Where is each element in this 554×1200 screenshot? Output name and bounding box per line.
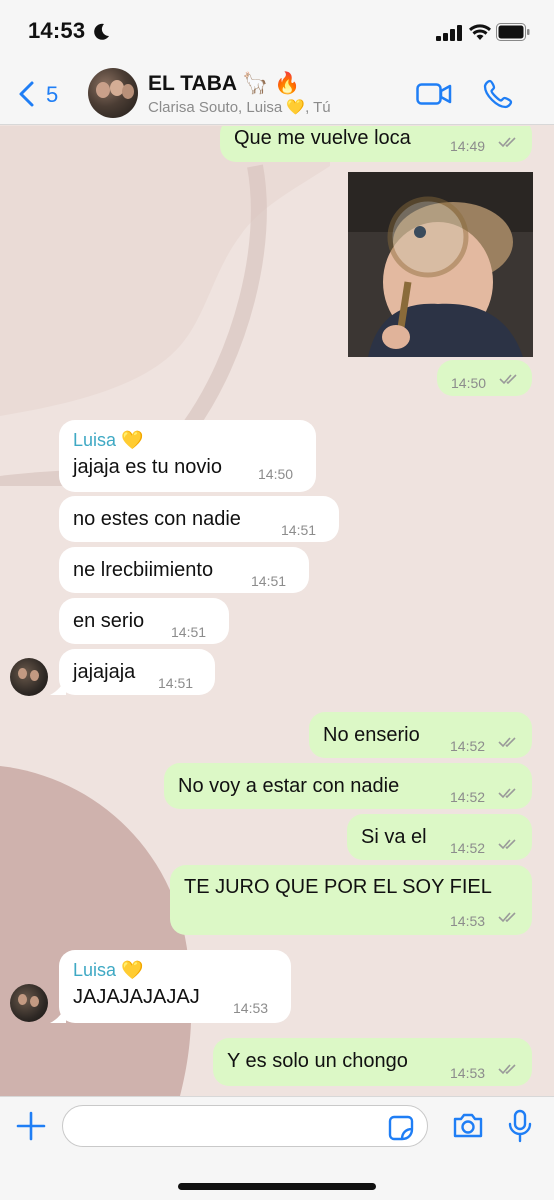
sender-name[interactable]: Luisa 💛 bbox=[73, 428, 143, 452]
sender-avatar[interactable] bbox=[10, 658, 48, 696]
double-check-icon bbox=[498, 1064, 516, 1075]
message-text: Si va el bbox=[361, 826, 427, 848]
message-outgoing[interactable]: No voy a estar con nadie 14:52 bbox=[164, 763, 532, 809]
composer-bar bbox=[0, 1096, 554, 1200]
back-chevron-icon[interactable] bbox=[16, 80, 36, 108]
message-text: jajajaja bbox=[73, 661, 136, 683]
message-time: 14:53 bbox=[233, 1000, 269, 1016]
message-text: No voy a estar con nadie bbox=[178, 775, 400, 797]
double-check-icon bbox=[499, 374, 517, 385]
message-time: 14:53 bbox=[450, 913, 486, 929]
message-text: No enserio bbox=[323, 724, 420, 746]
message-incoming[interactable]: Luisa 💛 jajaja es tu novio 14:50 bbox=[59, 420, 316, 492]
chat-area[interactable]: Que me vuelve loca 14:49 14:50 Luisa 💛 j… bbox=[0, 126, 554, 1096]
double-check-icon bbox=[498, 737, 516, 748]
status-bar: 14:53 bbox=[0, 0, 554, 62]
double-check-icon bbox=[498, 137, 516, 148]
message-outgoing[interactable]: Si va el 14:52 bbox=[347, 814, 532, 860]
message-time: 14:50 bbox=[451, 375, 487, 391]
home-indicator bbox=[178, 1183, 376, 1190]
sender-name[interactable]: Luisa 💛 bbox=[73, 958, 143, 982]
group-members[interactable]: Clarisa Souto, Luisa 💛, Tú bbox=[148, 98, 331, 116]
unread-chats-count[interactable]: 5 bbox=[46, 82, 58, 108]
image-message-time-bubble: 14:50 bbox=[437, 360, 532, 396]
message-time: 14:51 bbox=[158, 675, 194, 691]
chat-header: 5 EL TABA 🦙 🔥 Clarisa Souto, Luisa 💛, Tú bbox=[0, 62, 554, 125]
message-text: Que me vuelve loca bbox=[234, 127, 411, 149]
status-time: 14:53 bbox=[28, 18, 86, 43]
message-outgoing[interactable]: Que me vuelve loca 14:49 bbox=[220, 126, 532, 162]
video-call-icon[interactable] bbox=[416, 82, 452, 106]
group-avatar[interactable] bbox=[88, 68, 138, 118]
message-time: 14:51 bbox=[251, 573, 287, 589]
wifi-icon bbox=[469, 24, 491, 40]
message-time: 14:52 bbox=[450, 789, 486, 805]
image-message-photo[interactable] bbox=[348, 172, 533, 357]
phone-call-icon[interactable] bbox=[482, 78, 514, 110]
message-time: 14:53 bbox=[450, 1065, 486, 1081]
message-text: Y es solo un chongo bbox=[227, 1050, 408, 1072]
photo-illustration bbox=[348, 172, 533, 357]
message-time: 14:52 bbox=[450, 738, 486, 754]
microphone-icon[interactable] bbox=[508, 1109, 532, 1143]
message-time: 14:49 bbox=[450, 138, 486, 154]
sticker-icon[interactable] bbox=[388, 1115, 414, 1141]
camera-icon[interactable] bbox=[452, 1111, 484, 1139]
message-text: JAJAJAJAJAJ bbox=[73, 986, 200, 1008]
sender-avatar[interactable] bbox=[10, 984, 48, 1022]
double-check-icon bbox=[498, 912, 516, 923]
message-outgoing[interactable]: Y es solo un chongo 14:53 bbox=[213, 1038, 532, 1086]
message-time: 14:51 bbox=[281, 522, 317, 538]
battery-icon bbox=[496, 23, 530, 41]
message-incoming[interactable]: en serio 14:51 bbox=[59, 598, 229, 644]
double-check-icon bbox=[498, 788, 516, 799]
message-outgoing[interactable]: TE JURO QUE POR EL SOY FIEL 14:53 bbox=[170, 865, 532, 935]
message-text: jajaja es tu novio bbox=[73, 456, 222, 478]
plus-icon[interactable] bbox=[16, 1111, 46, 1141]
message-incoming[interactable]: jajajaja 14:51 bbox=[59, 649, 215, 695]
message-time: 14:50 bbox=[258, 466, 294, 482]
message-time: 14:52 bbox=[450, 840, 486, 856]
message-incoming[interactable]: Luisa 💛 JAJAJAJAJAJ 14:53 bbox=[59, 950, 291, 1023]
message-incoming[interactable]: no estes con nadie 14:51 bbox=[59, 496, 339, 542]
moon-icon bbox=[94, 23, 109, 40]
message-text: en serio bbox=[73, 610, 145, 632]
group-name[interactable]: EL TABA 🦙 🔥 bbox=[148, 72, 300, 96]
message-incoming[interactable]: ne lrecbiimiento 14:51 bbox=[59, 547, 309, 593]
message-time: 14:51 bbox=[171, 624, 207, 640]
message-outgoing[interactable]: No enserio 14:52 bbox=[309, 712, 532, 758]
signal-icon bbox=[436, 25, 462, 41]
double-check-icon bbox=[498, 839, 516, 850]
message-input[interactable] bbox=[62, 1105, 428, 1147]
message-text: TE JURO QUE POR EL SOY FIEL bbox=[184, 876, 492, 898]
message-text: no estes con nadie bbox=[73, 508, 241, 530]
message-text: ne lrecbiimiento bbox=[73, 559, 214, 581]
